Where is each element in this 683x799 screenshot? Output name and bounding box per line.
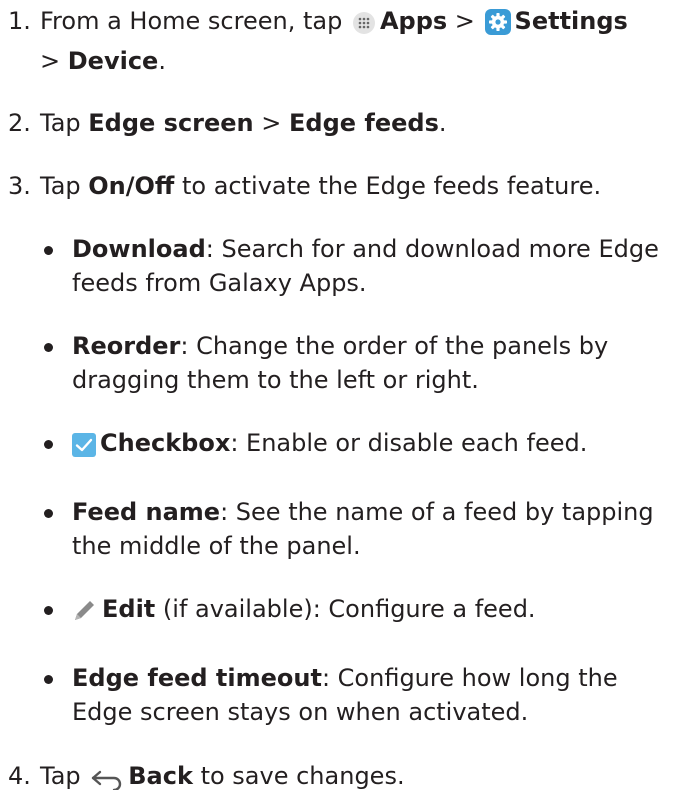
bullet-text: : Enable or disable each feed. [230, 429, 588, 457]
bullet-label: Checkbox [100, 429, 231, 457]
apps-label: Apps [379, 7, 448, 35]
pencil-edit-icon [72, 597, 98, 632]
edge-feeds-label: Edge feeds [289, 109, 439, 137]
step-item: 1. From a Home screen, tap Apps > Settin… [0, 4, 683, 78]
apps-grid-icon [352, 10, 376, 44]
back-arrow-icon [90, 765, 124, 799]
step-text: Tap [40, 172, 89, 200]
list-item: Edit (if available): Configure a feed. [0, 592, 671, 632]
list-item: Checkbox: Enable or disable each feed. [0, 426, 671, 466]
step-item: 2. Tap Edge screen > Edge feeds. [0, 106, 683, 140]
step-text: to activate the Edge feeds feature. [174, 172, 602, 200]
separator: > [447, 7, 483, 35]
edge-screen-label: Edge screen [88, 109, 254, 137]
separator: > [253, 109, 290, 137]
step-item: 4. Tap Back to save changes. [0, 759, 683, 799]
device-label: Device [67, 47, 159, 75]
punctuation: . [158, 47, 166, 75]
separator: > [40, 47, 68, 75]
checkbox-checked-icon [72, 432, 96, 466]
step-number: 2. [8, 109, 31, 137]
bullet-label: Download [72, 235, 206, 263]
steps-list: 1. From a Home screen, tap Apps > Settin… [0, 4, 683, 799]
instructions-page: 1. From a Home screen, tap Apps > Settin… [0, 0, 683, 792]
punctuation: . [438, 109, 447, 137]
list-item: Edge feed timeout: Configure how long th… [0, 661, 671, 729]
step-text: Tap [40, 762, 89, 790]
bullet-label: Feed name [72, 498, 221, 526]
options-list: Download: Search for and download more E… [0, 232, 671, 729]
list-item: Feed name: See the name of a feed by tap… [0, 495, 671, 563]
bullet-dot [44, 343, 53, 352]
step-text: From a Home screen, tap [40, 7, 350, 35]
bullet-dot [44, 675, 53, 684]
bullet-label: Edit [102, 595, 156, 623]
list-item: Reorder: Change the order of the panels … [0, 329, 671, 397]
step-number: 3. [8, 172, 31, 200]
settings-label: Settings [514, 7, 628, 35]
onoff-label: On/Off [88, 172, 175, 200]
step-number: 4. [8, 762, 31, 790]
bullet-dot [44, 509, 53, 518]
step-text: to save changes. [192, 762, 405, 790]
bullet-label: Edge feed timeout [72, 664, 322, 692]
back-label: Back [128, 762, 193, 790]
bullet-label: Reorder [72, 332, 181, 360]
settings-gear-icon [484, 9, 511, 44]
bullet-text: (if available): Configure a feed. [155, 595, 536, 623]
bullet-dot [44, 606, 53, 615]
bullet-dot [44, 440, 53, 449]
step-number: 1. [8, 7, 31, 35]
bullet-dot [44, 246, 53, 255]
list-item: Download: Search for and download more E… [0, 232, 671, 300]
step-item: 3. Tap On/Off to activate the Edge feeds … [0, 169, 683, 729]
step-text: Tap [40, 109, 89, 137]
